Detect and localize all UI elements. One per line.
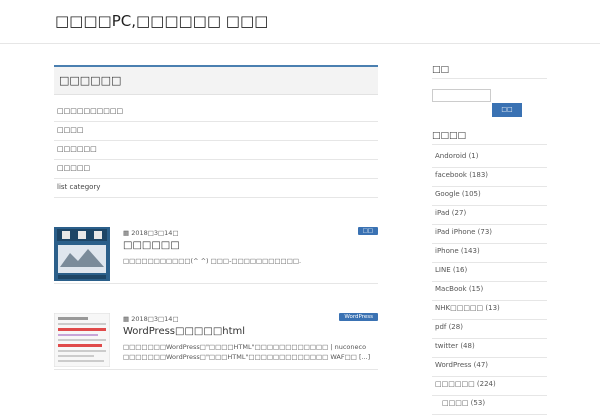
archive-item[interactable]: □□□□ (53) xyxy=(432,396,547,415)
search-widget xyxy=(432,79,547,113)
archive-item[interactable]: NHK□□□□□ (13) xyxy=(432,301,547,320)
archive-item[interactable]: pdf (28) xyxy=(432,320,547,339)
archive-list: Andoroid (1) facebook (183) Google (105)… xyxy=(432,149,547,415)
post-date: ▦ 2018□3□14□ xyxy=(123,229,179,237)
category-badge[interactable]: WordPress xyxy=(339,313,378,321)
archive-item[interactable]: LINE (16) xyxy=(432,263,547,282)
page-title-box: □□□□□□ xyxy=(54,65,378,95)
post-item[interactable]: ▦ 2018□3□14□ WordPress WordPress□□□□□htm… xyxy=(54,313,378,370)
category-item[interactable]: list category xyxy=(54,179,378,198)
main-content: □□□□□□ □□□□□□□□□□ □□□□ □□□□□□ □□□□□ list… xyxy=(54,65,378,370)
category-list: □□□□□□□□□□ □□□□ □□□□□□ □□□□□ list catego… xyxy=(54,103,378,198)
archive-item[interactable]: twitter (48) xyxy=(432,339,547,358)
archive-widget-title: □□□□ xyxy=(432,131,547,145)
sidebar: □□ □□ □□□□ Andoroid (1) facebook (183) G… xyxy=(432,65,547,415)
post-thumbnail[interactable] xyxy=(54,227,110,281)
category-item[interactable]: □□□□ xyxy=(54,122,378,141)
category-item[interactable]: □□□□□ xyxy=(54,160,378,179)
search-button[interactable]: □□ xyxy=(492,103,522,117)
category-item[interactable]: □□□□□□□□□□ xyxy=(54,103,378,122)
post-item[interactable]: ▦ 2018□3□14□ □□ □□□□□□ □□□□□□□□□□□(^ ^) … xyxy=(54,227,378,284)
archive-item[interactable]: facebook (183) xyxy=(432,168,547,187)
post-thumbnail[interactable] xyxy=(54,313,110,367)
archive-item[interactable]: Andoroid (1) xyxy=(432,149,547,168)
page-title: □□□□□□ xyxy=(59,74,122,87)
site-title[interactable]: □□□□PC,□□□□□□ □□□ xyxy=(55,12,268,30)
post-title[interactable]: WordPress□□□□□html xyxy=(123,326,245,337)
archive-item[interactable]: iPhone (143) xyxy=(432,244,547,263)
archive-item[interactable]: MacBook (15) xyxy=(432,282,547,301)
archive-item[interactable]: iPad iPhone (73) xyxy=(432,225,547,244)
archive-item[interactable]: Google (105) xyxy=(432,187,547,206)
search-input[interactable] xyxy=(432,89,491,102)
search-widget-title: □□ xyxy=(432,65,547,79)
post-title[interactable]: □□□□□□ xyxy=(123,240,180,251)
category-item[interactable]: □□□□□□ xyxy=(54,141,378,160)
category-badge[interactable]: □□ xyxy=(357,227,378,235)
post-date: ▦ 2018□3□14□ xyxy=(123,315,179,323)
post-excerpt: □□□□□□□□□□□(^ ^) □□□-□□□□□□□□□□□. xyxy=(123,257,302,265)
archive-item[interactable]: □□□□□□ (224) xyxy=(432,377,547,396)
site-header: □□□□PC,□□□□□□ □□□ xyxy=(0,0,600,44)
post-excerpt: □□□□□□□WordPress□"□□□□HTML"□□□□□□□□□□□□ … xyxy=(123,343,371,361)
archive-item[interactable]: iPad (27) xyxy=(432,206,547,225)
archive-item[interactable]: WordPress (47) xyxy=(432,358,547,377)
